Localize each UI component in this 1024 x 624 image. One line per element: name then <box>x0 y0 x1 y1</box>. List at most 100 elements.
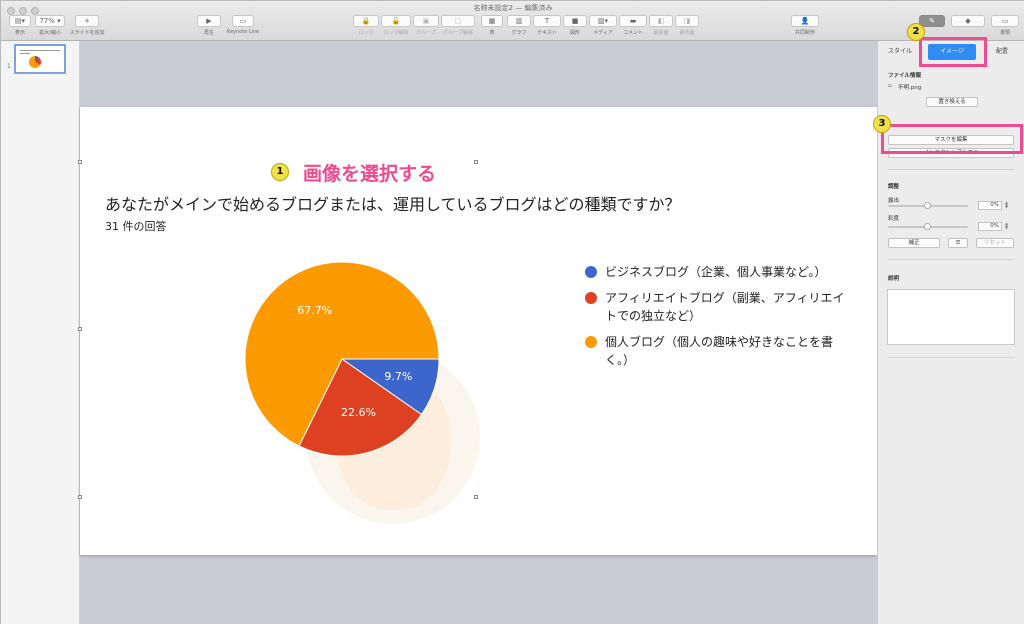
response-count: 31 件の回答 <box>105 220 167 233</box>
ungroup-icon: ▢ <box>441 15 475 27</box>
legend-label-personal: 個人ブログ（個人の趣味や好きなことを書く。） <box>605 335 834 367</box>
pie-label-affiliate: 22.6% <box>340 406 376 420</box>
unlock-tool[interactable]: 🔓 ロック解除 <box>381 15 411 36</box>
view-icon: ▤▾ <box>9 15 31 27</box>
legend-item-personal: 個人ブログ（個人の趣味や好きなことを書く。） <box>585 333 847 369</box>
slide[interactable]: あなたがメインで始めるブログまたは、運用しているブログはどの種類ですか？ 31 … <box>78 107 877 555</box>
ungroup-tool[interactable]: ▢ グループ解除 <box>441 15 475 36</box>
step1-callout: 画像を選択する <box>303 163 437 185</box>
selection-handle[interactable] <box>474 495 478 499</box>
replace-button[interactable]: 置き換える <box>926 97 978 107</box>
media-tool[interactable]: ▨▾ メディア <box>589 15 617 36</box>
legend-item-affiliate: アフィリエイトブログ（副業、アフィリエイトでの独立など） <box>585 289 847 325</box>
tab-style[interactable]: スタイル <box>880 44 920 60</box>
collaborate-icon: 👤 <box>791 15 819 27</box>
play-tool[interactable]: ▶ 再生 <box>197 15 221 36</box>
zoom-select: 77% ▾ <box>35 15 65 27</box>
divider <box>888 259 1014 260</box>
enhance-button[interactable]: 補正 <box>888 238 940 248</box>
table-tool[interactable]: ▦ 表 <box>481 15 503 36</box>
saturation-value[interactable]: 0% <box>978 222 1002 231</box>
legend-label-business: ビジネスブログ（企業、個人事業など。） <box>605 265 827 279</box>
send-back-tool[interactable]: ◨ 最背面 <box>675 15 699 36</box>
tab-arrange[interactable]: 配置 <box>982 44 1022 60</box>
step2-badge: 2 <box>907 23 925 41</box>
lock-icon: 🔒 <box>353 15 379 27</box>
file-info-heading: ファイル情報 <box>888 73 922 79</box>
bring-front-label: 最前面 <box>653 30 669 36</box>
collaborate-label: 共同制作 <box>794 30 815 36</box>
exposure-slider-knob[interactable] <box>924 202 931 209</box>
chart-tool[interactable]: ▥ グラフ <box>507 15 531 36</box>
file-name: 不明.png <box>898 85 922 91</box>
add-slide-label: スライドを追加 <box>69 30 105 36</box>
add-slide-tool[interactable]: + スライドを追加 <box>67 15 107 36</box>
view-tool[interactable]: ▤▾ 表示 <box>9 15 31 36</box>
exposure-label: 露出 <box>888 198 900 204</box>
legend-dot-business <box>585 266 597 278</box>
bring-front-tool[interactable]: ◧ 最前面 <box>649 15 673 36</box>
saturation-slider-knob[interactable] <box>924 223 931 230</box>
format-brush-icon: ✎ <box>919 15 945 27</box>
keynote-live-icon: ▭ <box>232 15 254 27</box>
saturation-stepper[interactable]: ▲ ▼ <box>1004 222 1009 231</box>
selection-handle[interactable] <box>78 495 82 499</box>
step1-badge: 1 <box>271 163 289 181</box>
table-label: 表 <box>489 30 495 36</box>
shape-icon: ■ <box>563 15 587 27</box>
file-icon: ▫ <box>888 83 892 89</box>
document-label: 書類 <box>999 30 1010 36</box>
send-back-icon: ◨ <box>675 15 699 27</box>
play-icon: ▶ <box>197 15 221 27</box>
selection-handle[interactable] <box>78 160 82 164</box>
shape-tool[interactable]: ■ 図形 <box>563 15 587 36</box>
legend-label-affiliate: アフィリエイトブログ（副業、アフィリエイトでの独立など） <box>605 291 845 323</box>
step3-badge: 3 <box>873 115 891 133</box>
levels-button[interactable]: ☰ <box>948 238 968 248</box>
legend-dot-affiliate <box>585 292 597 304</box>
divider <box>888 357 1014 358</box>
text-label: テキスト <box>537 30 557 36</box>
view-label: 表示 <box>14 30 25 36</box>
collaborate-tool[interactable]: 👤 共同制作 <box>791 15 819 36</box>
legend-item-business: ビジネスブログ（企業、個人事業など。） <box>585 263 847 281</box>
comment-icon: ▬ <box>619 15 647 27</box>
pie-label-business: 9.7% <box>384 370 413 384</box>
pie-chart <box>244 261 440 457</box>
group-label: グループ <box>416 30 436 36</box>
slide-thumbnail[interactable] <box>14 44 66 74</box>
saturation-label: 彩度 <box>888 216 900 222</box>
add-icon: + <box>75 15 99 27</box>
ungroup-label: グループ解除 <box>443 30 473 36</box>
zoom-tool[interactable]: 77% ▾ 拡大/縮小 <box>35 15 65 36</box>
thumb-pie <box>29 56 41 68</box>
question-title: あなたがメインで始めるブログまたは、運用しているブログはどの種類ですか？ <box>105 195 681 214</box>
animate-icon: ◆ <box>951 15 985 27</box>
animate-tool[interactable]: ◆ <box>951 15 985 29</box>
keynote-live-tool[interactable]: ▭ Keynote Live <box>223 15 263 35</box>
text-tool[interactable]: T テキスト <box>533 15 561 36</box>
slide-number: 1 <box>7 63 11 70</box>
group-icon: ▣ <box>413 15 439 27</box>
comment-tool[interactable]: ▬ コメント <box>619 15 647 36</box>
description-textarea[interactable] <box>887 289 1015 345</box>
document-title: 名称未設定2 — 編集済み <box>473 4 553 12</box>
divider <box>888 169 1014 170</box>
table-icon: ▦ <box>481 15 503 27</box>
bring-front-icon: ◧ <box>649 15 673 27</box>
document-icon: ▭ <box>991 15 1019 27</box>
text-icon: T <box>533 15 561 27</box>
reset-button[interactable]: リセット <box>976 238 1014 248</box>
selection-handle[interactable] <box>78 327 82 331</box>
selection-handle[interactable] <box>474 160 478 164</box>
exposure-stepper[interactable]: ▲ ▼ <box>1004 201 1009 210</box>
keynote-window: 名称未設定2 — 編集済み ▤▾ 表示 77% ▾ 拡大/縮小 + スライドを追… <box>0 0 1024 624</box>
pie-label-personal: 67.7% <box>297 304 333 318</box>
group-tool[interactable]: ▣ グループ <box>413 15 439 36</box>
exposure-value[interactable]: 0% <box>978 201 1002 210</box>
chart-label: グラフ <box>511 30 527 36</box>
zoom-label: 拡大/縮小 <box>39 30 61 36</box>
document-tool[interactable]: ▭ 書類 <box>991 15 1019 36</box>
lock-tool[interactable]: 🔒 ロック <box>353 15 379 36</box>
lock-label: ロック <box>358 30 374 36</box>
